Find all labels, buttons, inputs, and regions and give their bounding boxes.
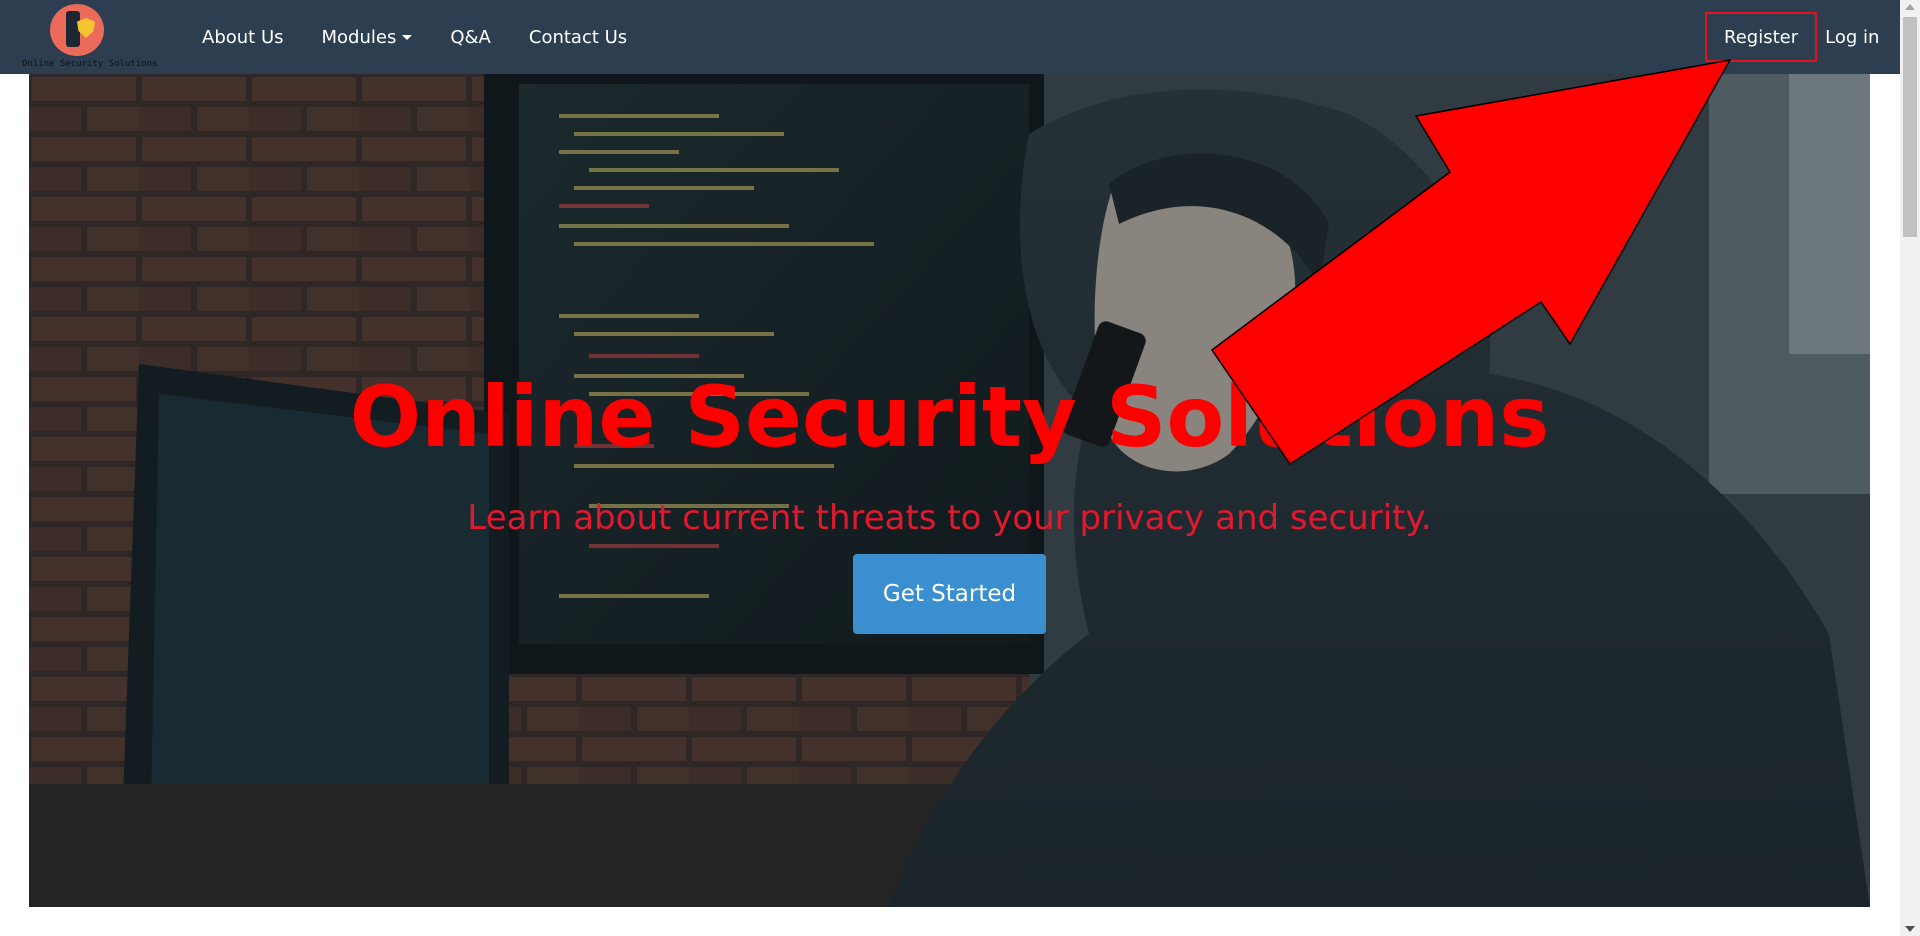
nav-contact-us[interactable]: Contact Us <box>510 0 646 74</box>
hero-banner: Online Security Solutions Learn about cu… <box>29 74 1870 907</box>
nav-qa[interactable]: Q&A <box>431 0 510 74</box>
login-button[interactable]: Log in <box>1817 27 1879 48</box>
get-started-button[interactable]: Get Started <box>853 554 1046 634</box>
nav-about-us-label: About Us <box>202 26 284 48</box>
vertical-scrollbar[interactable] <box>1900 0 1920 936</box>
site-logo[interactable]: Online Security Solutions <box>22 2 158 72</box>
nav-modules-dropdown[interactable]: Modules <box>303 0 432 74</box>
logo-text: Online Security Solutions <box>22 59 158 69</box>
hero-overlay <box>29 74 1870 907</box>
nav-links: About Us Modules Q&A Contact Us <box>183 0 646 74</box>
hero-subtitle: Learn about current threats to your priv… <box>467 498 1432 538</box>
nav-auth: Register Log in <box>1705 0 1879 74</box>
register-button[interactable]: Register <box>1705 12 1818 62</box>
nav-modules-label: Modules <box>321 26 397 48</box>
nav-contact-us-label: Contact Us <box>528 26 628 48</box>
caret-down-icon <box>402 34 413 40</box>
nav-about-us[interactable]: About Us <box>183 0 303 74</box>
nav-qa-label: Q&A <box>450 26 491 48</box>
scroll-down-arrow-icon[interactable] <box>1905 926 1915 932</box>
phone-icon <box>66 11 80 47</box>
scroll-thumb[interactable] <box>1903 17 1917 237</box>
scroll-up-arrow-icon[interactable] <box>1905 4 1915 10</box>
top-navbar: Online Security Solutions About Us Modul… <box>0 0 1900 74</box>
hero-title: Online Security Solutions <box>349 368 1550 466</box>
